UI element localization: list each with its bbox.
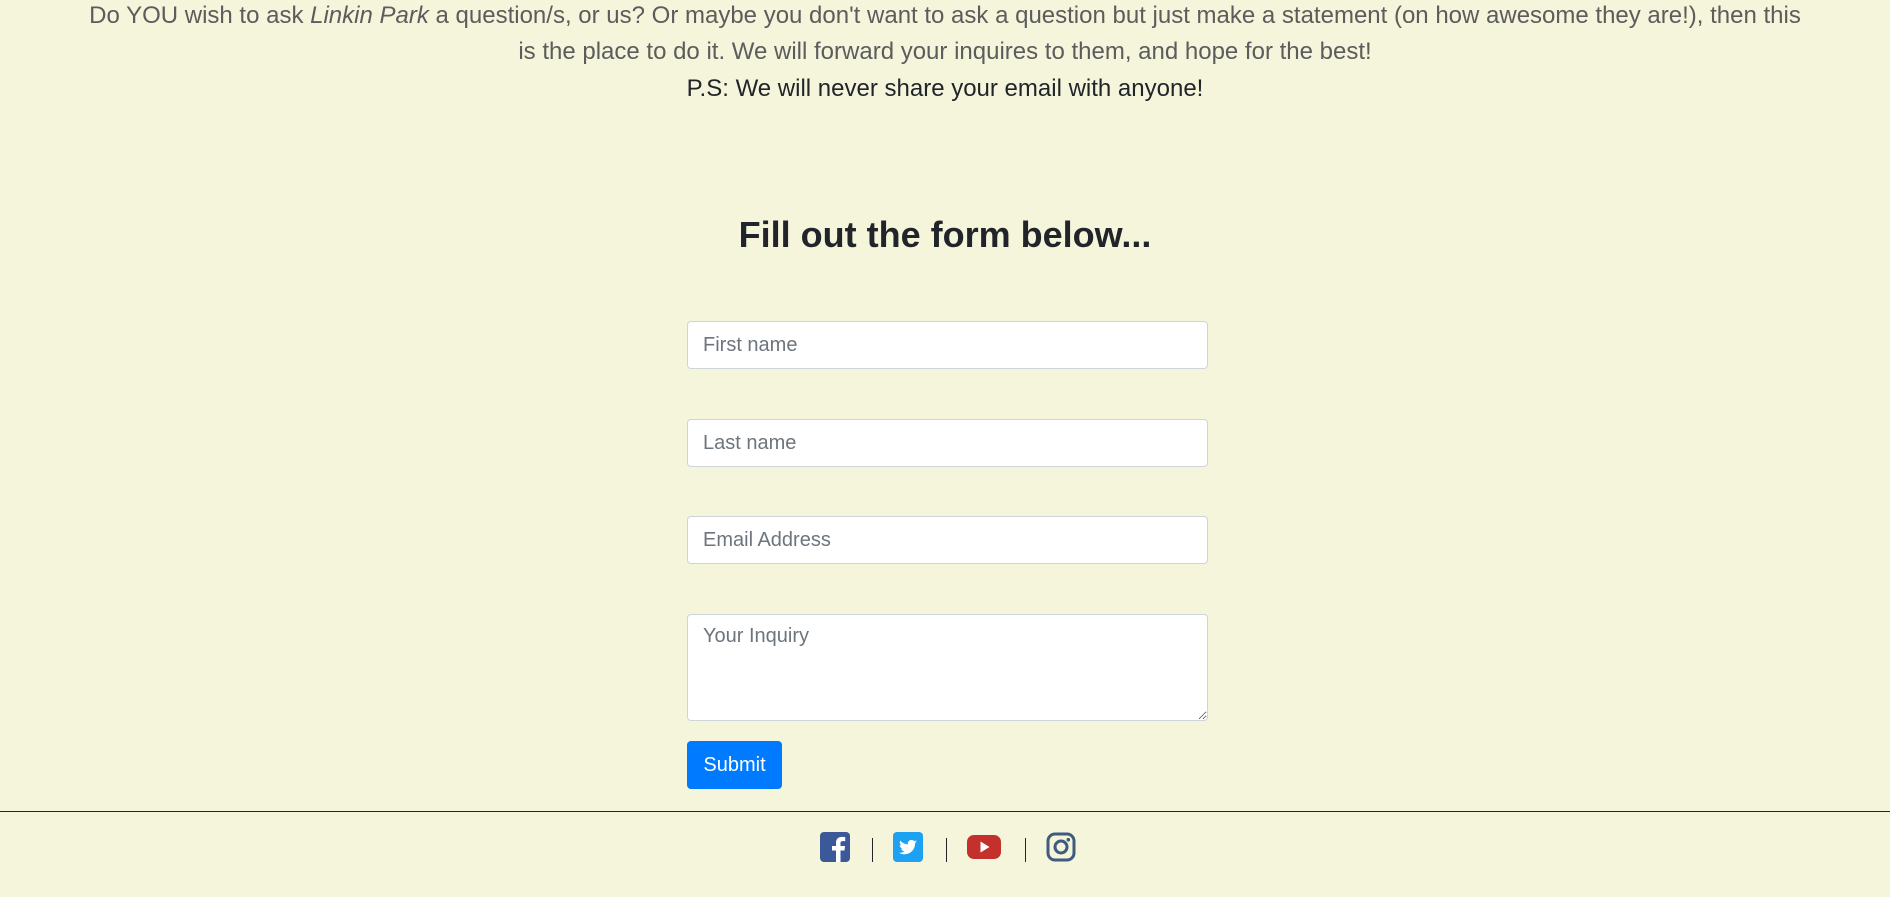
intro-text-end: a question/s, or us? Or maybe you don't …	[428, 2, 1801, 65]
privacy-note: P.S: We will never share your email with…	[686, 75, 1204, 102]
last-name-input[interactable]	[687, 419, 1208, 467]
submit-button[interactable]: Submit	[687, 741, 782, 789]
social-separator	[1025, 838, 1026, 862]
footer-divider	[0, 811, 1890, 812]
youtube-icon[interactable]	[966, 832, 1002, 862]
inquiry-textarea[interactable]	[687, 614, 1208, 721]
intro-section: Do YOU wish to ask Linkin Park a questio…	[0, 0, 1890, 107]
band-name: Linkin Park	[310, 2, 429, 29]
twitter-icon[interactable]	[893, 832, 923, 862]
social-separator	[946, 838, 947, 862]
intro-text-start: Do YOU wish to ask	[89, 2, 311, 29]
facebook-icon[interactable]	[820, 832, 850, 862]
email-input[interactable]	[687, 516, 1208, 564]
first-name-input[interactable]	[687, 321, 1208, 369]
instagram-icon[interactable]	[1046, 832, 1076, 862]
social-links	[0, 832, 1890, 866]
intro-paragraph: Do YOU wish to ask Linkin Park a questio…	[85, 0, 1805, 70]
form-title: Fill out the form below...	[738, 214, 1152, 255]
social-separator	[872, 838, 873, 862]
